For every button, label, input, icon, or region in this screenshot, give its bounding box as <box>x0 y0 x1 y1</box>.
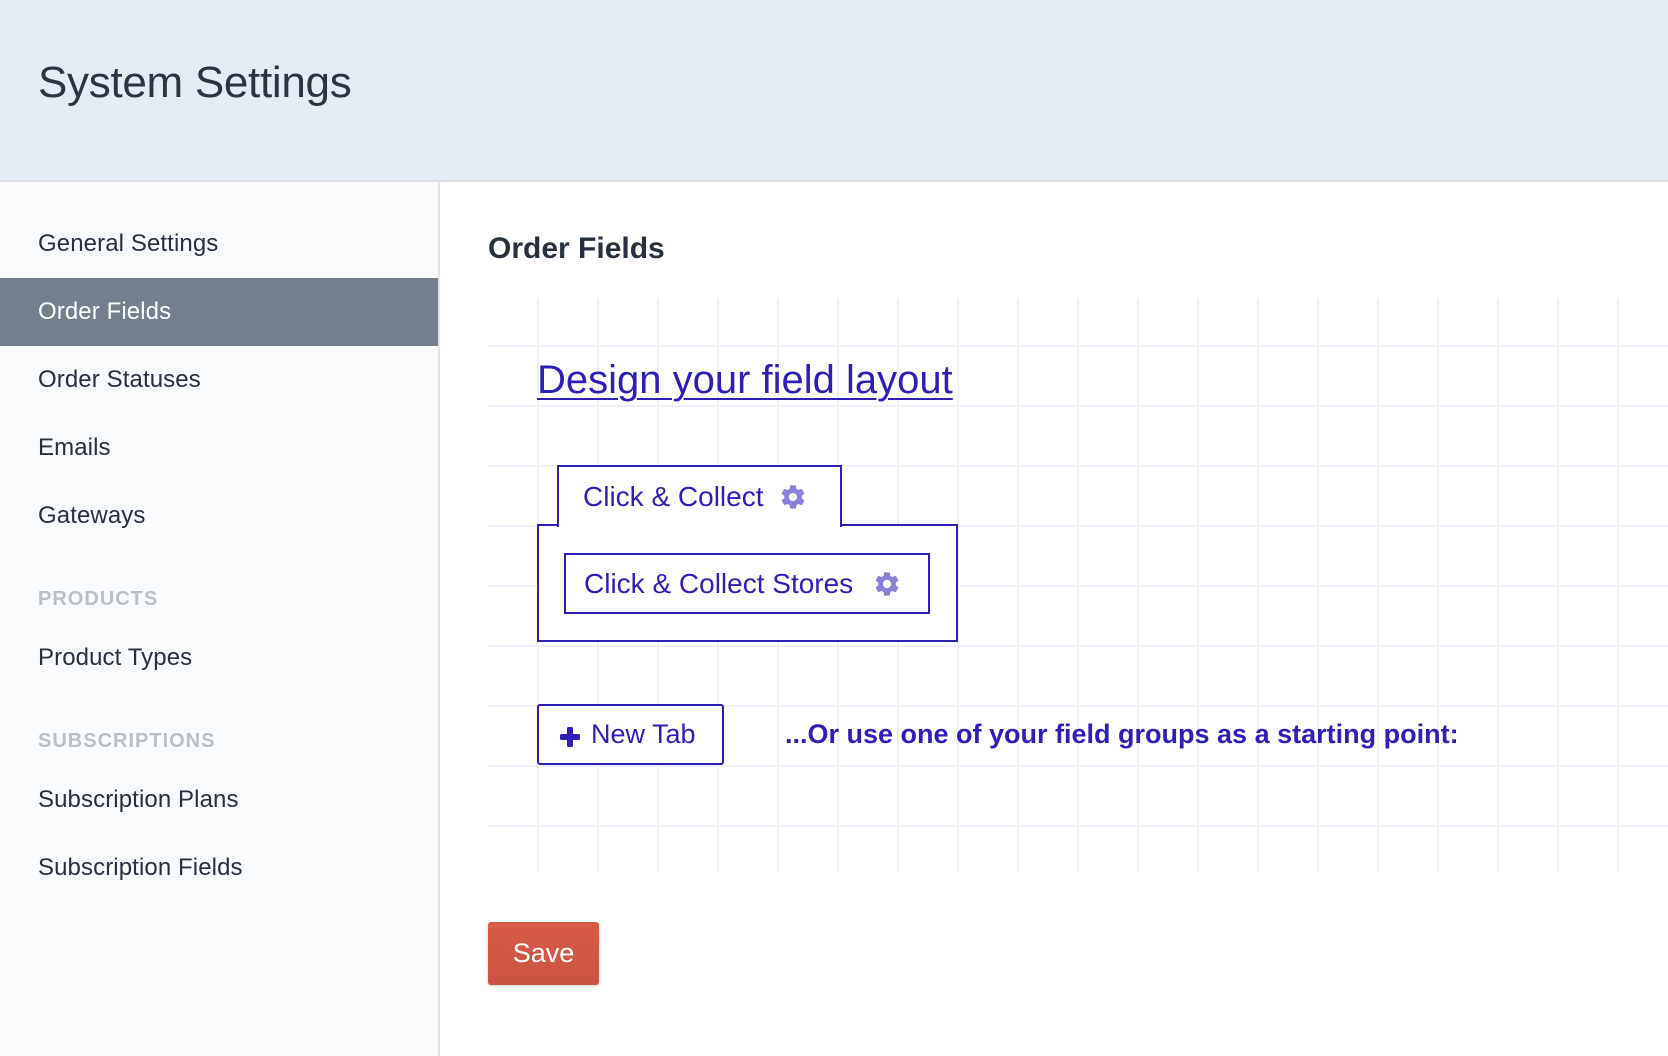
sidebar-heading-products: PRODUCTS <box>38 588 159 610</box>
sidebar-item-product-types[interactable]: Product Types <box>0 624 438 692</box>
layout-field-item[interactable]: Click & Collect Stores <box>564 553 930 614</box>
sidebar-item-subscription-plans[interactable]: Subscription Plans <box>0 766 438 834</box>
design-layout-link[interactable]: Design your field layout <box>537 358 953 403</box>
sidebar: General Settings Order Fields Order Stat… <box>0 182 440 1056</box>
sidebar-item-order-fields[interactable]: Order Fields <box>0 278 438 346</box>
sidebar-item-emails[interactable]: Emails <box>0 414 438 482</box>
sidebar-item-general-settings[interactable]: General Settings <box>0 210 438 278</box>
content-title: Order Fields <box>488 232 665 265</box>
layout-field-label: Click & Collect Stores <box>584 567 854 599</box>
plus-icon <box>559 724 581 747</box>
page-header: System Settings <box>0 0 1668 182</box>
new-tab-label: New Tab <box>591 719 696 749</box>
new-tab-button[interactable]: New Tab <box>537 704 724 765</box>
gear-icon[interactable] <box>873 570 901 598</box>
sidebar-heading-subscriptions: SUBSCRIPTIONS <box>38 730 216 752</box>
sidebar-item-subscription-fields[interactable]: Subscription Fields <box>0 834 438 902</box>
layout-tab[interactable]: Click & Collect <box>557 465 842 527</box>
sidebar-item-order-statuses[interactable]: Order Statuses <box>0 346 438 414</box>
page-title: System Settings <box>38 58 352 107</box>
field-groups-prompt: ...Or use one of your field groups as a … <box>785 719 1459 749</box>
gear-icon[interactable] <box>779 483 807 511</box>
sidebar-item-gateways[interactable]: Gateways <box>0 482 438 550</box>
layout-tab-label: Click & Collect <box>583 481 764 512</box>
save-button[interactable]: Save <box>488 922 599 985</box>
